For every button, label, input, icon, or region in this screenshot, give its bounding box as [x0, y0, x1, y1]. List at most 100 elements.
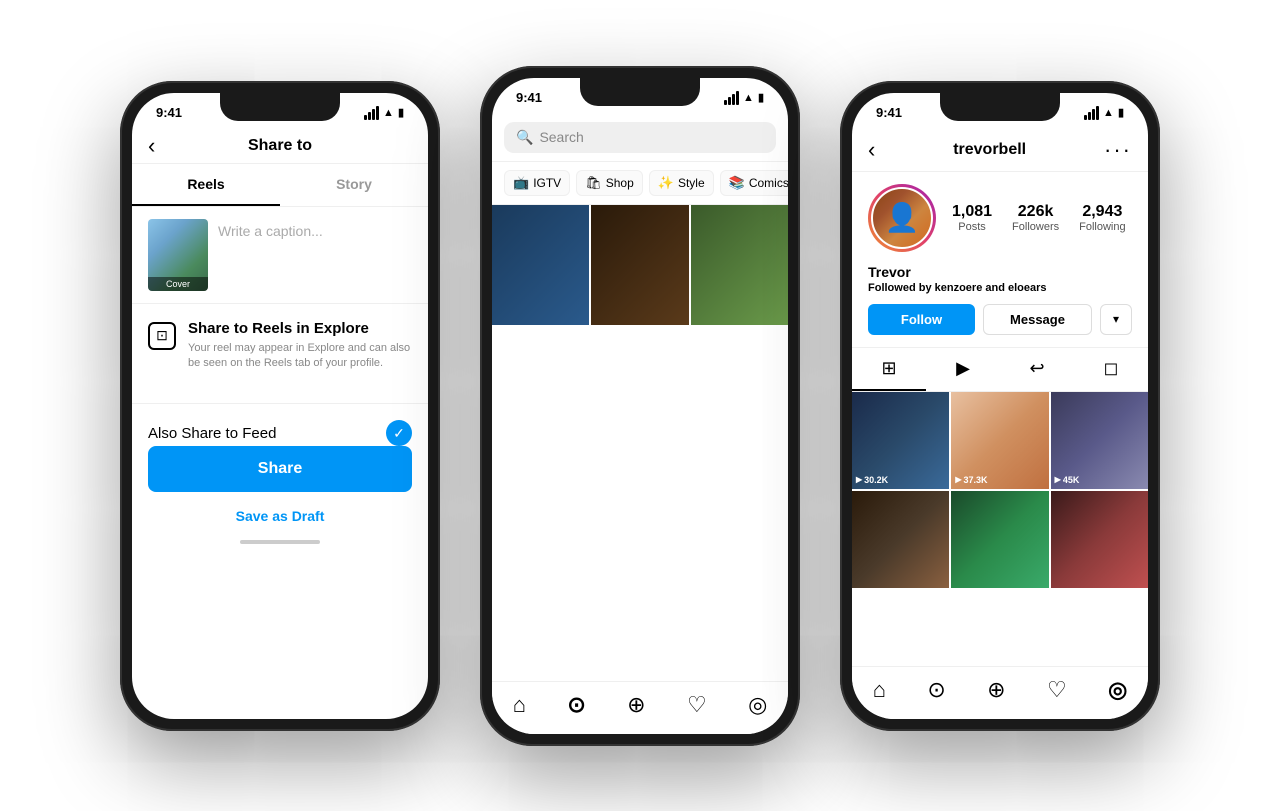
notch-3 [940, 93, 1060, 121]
phone1-screen: ‹ Share to Reels Story Cover Write a cap… [132, 129, 428, 553]
cover-label: Cover [148, 277, 208, 291]
also-share-checkbox[interactable]: ✓ [386, 420, 412, 446]
igtv-tab-profile[interactable]: ◻ [1074, 348, 1148, 391]
photo-cell-6[interactable] [1051, 491, 1148, 588]
comics-label: Comics [749, 176, 788, 190]
play-icon-2: ▶ [955, 475, 961, 484]
search-nav-3[interactable]: ⊙ [927, 677, 945, 703]
profile-nav-3[interactable]: ◎ [1108, 677, 1127, 703]
profile-more-button[interactable]: ··· [1104, 137, 1132, 163]
scene: 9:41 ▲ ▮ ‹ Share to [100, 46, 1180, 766]
time-2: 9:41 [516, 90, 542, 105]
profile-nav-2[interactable]: ◎ [748, 692, 767, 718]
bottom-nav-2: ⌂ ⊙ ⊕ ♡ ◎ [492, 681, 788, 734]
search-nav-2[interactable]: ⊙ [567, 692, 585, 718]
style-label: Style [678, 176, 705, 190]
cat-style[interactable]: ✨ Style [649, 170, 714, 196]
thumb-2 [591, 205, 688, 325]
grid-tab[interactable]: ⊞ [852, 348, 926, 391]
tab-bar: Reels Story [132, 164, 428, 207]
also-share-row[interactable]: Also Share to Feed ✓ [132, 403, 428, 446]
share-button[interactable]: Share [148, 446, 412, 492]
reels-tab[interactable]: Reels [132, 164, 280, 206]
photo-cell-5[interactable] [951, 491, 1048, 588]
categories-bar: 📺 IGTV 🛍 Shop ✨ Style 📚 Comics [492, 162, 788, 205]
avatar-ring: 👤 [868, 184, 936, 252]
igtv-icon: 📺 [513, 175, 529, 191]
followers-stat: 226k Followers [1012, 203, 1059, 233]
signal-icon-3 [1084, 106, 1099, 120]
phone1-header: ‹ Share to [132, 129, 428, 164]
bottom-nav-3: ⌂ ⊙ ⊕ ♡ ◎ [852, 666, 1148, 719]
status-icons-1: ▲ ▮ [364, 106, 404, 120]
home-nav-2[interactable]: ⌂ [513, 692, 526, 718]
search-bar-area: 🔍 Search [492, 114, 788, 162]
view-count-2: ▶ 37.3K [955, 475, 987, 485]
story-tab[interactable]: Story [280, 164, 428, 206]
notch-2 [580, 78, 700, 106]
avatar: 👤 [871, 187, 933, 249]
play-icon-1: ▶ [856, 475, 862, 484]
caption-area: Cover Write a caption... [132, 207, 428, 304]
wifi-icon-2: ▲ [743, 92, 754, 104]
wifi-icon-3: ▲ [1103, 107, 1114, 119]
content-tabs: ⊞ ▶ ↩ ◻ [852, 347, 1148, 392]
followers-label: Followers [1012, 221, 1059, 233]
view-count-1: ▶ 30.2K [856, 475, 888, 485]
profile-header-bar: ‹ trevorbell ··· [852, 129, 1148, 172]
cat-shop[interactable]: 🛍 Shop [576, 170, 643, 196]
photo-cell-1[interactable]: ▶ 30.2K [852, 392, 949, 489]
share-to-reels-option: ⊡ Share to Reels in Explore Your reel ma… [148, 320, 412, 372]
battery-icon-3: ▮ [1118, 106, 1124, 119]
signal-icon [364, 106, 379, 120]
following-count: 2,943 [1082, 203, 1122, 221]
count-2: 37.3K [963, 475, 987, 485]
search-icon: 🔍 [516, 129, 533, 146]
igtv-label: IGTV [533, 176, 561, 190]
save-draft-button[interactable]: Save as Draft [132, 500, 428, 532]
share-to-reels-info: Share to Reels in Explore Your reel may … [188, 320, 412, 372]
tagged-tab[interactable]: ↩ [1000, 348, 1074, 391]
share-to-title: Share to [148, 137, 412, 155]
share-to-reels-title: Share to Reels in Explore [188, 320, 412, 337]
cover-thumbnail: Cover [148, 219, 208, 291]
cat-igtv[interactable]: 📺 IGTV [504, 170, 570, 196]
photo-cell-4[interactable] [852, 491, 949, 588]
followed-by-text: Followed by [868, 282, 932, 294]
also-share-label: Also Share to Feed [148, 425, 276, 442]
add-nav-3[interactable]: ⊕ [987, 677, 1005, 703]
profile-info-area: 👤 1,081 Posts 226k Followers [852, 172, 1148, 347]
shop-icon: 🛍 [585, 175, 602, 191]
count-1: 30.2K [864, 475, 888, 485]
search-bar[interactable]: 🔍 Search [504, 122, 776, 153]
posts-count: 1,081 [952, 203, 992, 221]
reels-tab-profile[interactable]: ▶ [926, 348, 1000, 391]
message-button[interactable]: Message [983, 304, 1092, 335]
home-nav-3[interactable]: ⌂ [873, 677, 886, 703]
add-nav-2[interactable]: ⊕ [627, 692, 645, 718]
notch-1 [220, 93, 340, 121]
posts-stat: 1,081 Posts [952, 203, 992, 233]
follow-button[interactable]: Follow [868, 304, 975, 335]
posts-label: Posts [958, 221, 986, 233]
view-count-3: ▶ 45K [1055, 475, 1080, 485]
grid-thumbnails [492, 205, 788, 325]
profile-name: Trevor [868, 264, 1132, 280]
search-input[interactable]: Search [539, 129, 583, 145]
heart-nav-2[interactable]: ♡ [687, 692, 707, 718]
back-button[interactable]: ‹ [148, 133, 155, 159]
photo-bg-4 [852, 491, 949, 588]
style-icon: ✨ [658, 175, 674, 191]
profile-back-button[interactable]: ‹ [868, 137, 875, 163]
cat-comics[interactable]: 📚 Comics [720, 170, 788, 196]
heart-nav-3[interactable]: ♡ [1047, 677, 1067, 703]
profile-top-row: 👤 1,081 Posts 226k Followers [868, 184, 1132, 252]
dropdown-button[interactable]: ▾ [1100, 304, 1132, 335]
reel-main: ▶ Reels [492, 205, 788, 325]
photo-cell-3[interactable]: ▶ 45K [1051, 392, 1148, 489]
caption-input[interactable]: Write a caption... [218, 219, 412, 291]
photo-bg-6 [1051, 491, 1148, 588]
thumb-1 [492, 205, 589, 325]
photo-cell-2[interactable]: ▶ 37.3K [951, 392, 1048, 489]
reels-option-icon: ⊡ [148, 322, 176, 350]
